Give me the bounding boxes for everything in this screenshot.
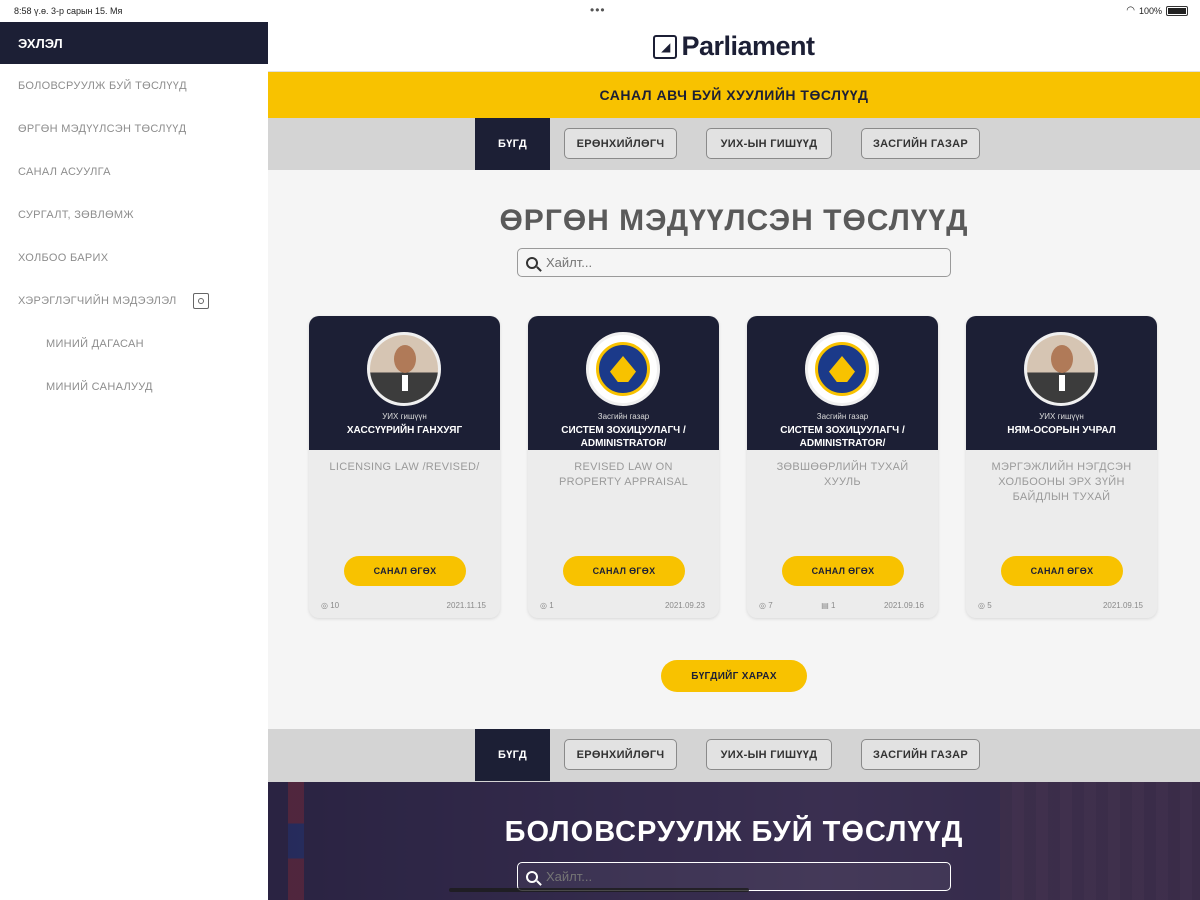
sidebar-item-followed[interactable]: МИНИЙ ДАГАСАН [0, 322, 268, 365]
vote-button[interactable]: САНАЛ ӨГӨХ [782, 556, 904, 586]
author-role: Засгийн газар [597, 412, 650, 421]
card-header: Засгийн газар СИСТЕМ ЗОХИЦУУЛАГЧ / ADMIN… [528, 316, 719, 450]
bill-title: LICENSING LAW /REVISED/ [329, 461, 480, 473]
bill-card[interactable]: УИХ гишүүн ХАССҮҮРИЙН ГАНХУЯГ LICENSING … [309, 316, 500, 618]
battery-percent: 100% [1138, 5, 1162, 16]
sidebar-item-training[interactable]: СУРГАЛТ, ЗӨВЛӨМЖ [0, 193, 268, 236]
card-list: УИХ гишүүн ХАССҮҮРИЙН ГАНХУЯГ LICENSING … [309, 316, 1157, 618]
card-date: 2021.09.23 [664, 601, 705, 610]
sidebar-item-drafting[interactable]: БОЛОВСРУУЛЖ БУЙ ТӨСЛҮҮД [0, 64, 268, 107]
logo-text: Parliament [681, 31, 815, 61]
tab-mps[interactable]: УИХ-ЫН ГИШҮҮД [706, 128, 832, 159]
author-role: УИХ гишүүн [1039, 412, 1084, 421]
sidebar-item-survey[interactable]: САНАЛ АСУУЛГА [0, 150, 268, 193]
wifi-icon: ◠ [1126, 5, 1135, 16]
bill-title: ЗӨВШӨӨРЛИЙН ТУХАЙ ХУУЛЬ [776, 461, 909, 488]
view-count: ◎ 1 [540, 601, 554, 610]
view-count: ◎ 7 [759, 601, 773, 610]
status-right: ◠ 100% [1126, 5, 1188, 16]
section-title: БОЛОВСРУУЛЖ БУЙ ТӨСЛҮҮД [504, 816, 964, 848]
card-meta: ◎ 1 2021.09.23 [540, 601, 705, 610]
tab-all[interactable]: БҮГД [475, 118, 550, 170]
tab-president[interactable]: ЕРӨНХИЙЛӨГЧ [564, 128, 677, 159]
tab-mps[interactable]: УИХ-ЫН ГИШҮҮД [706, 739, 832, 770]
author-name: СИСТЕМ ЗОХИЦУУЛАГЧ / ADMINISTRATOR/ [780, 425, 905, 449]
tabs-bar: БҮГД ЕРӨНХИЙЛӨГЧ УИХ-ЫН ГИШҮҮД ЗАСГИЙН Г… [268, 118, 1200, 170]
bill-card[interactable]: УИХ гишүүн НЯМ-ОСОРЫН УЧРАЛ МЭРГЭЖЛИЙН Н… [966, 316, 1157, 618]
bill-card[interactable]: Засгийн газар СИСТЕМ ЗОХИЦУУЛАГЧ / ADMIN… [747, 316, 938, 618]
status-bar: 8:58 ү.ө. 3-р сарын 15. Мя ••• ◠ 100% [0, 0, 1200, 22]
state-emblem-icon [590, 336, 656, 402]
search-input[interactable] [546, 255, 926, 270]
avatar [586, 332, 660, 406]
search-input[interactable] [546, 869, 926, 884]
author-name: НЯМ-ОСОРЫН УЧРАЛ [1007, 425, 1116, 436]
card-date: 2021.09.15 [1102, 601, 1143, 610]
parliament-logo[interactable]: ◢ Parliament [653, 31, 815, 62]
vote-button[interactable]: САНАЛ ӨГӨХ [344, 556, 466, 586]
tab-all[interactable]: БҮГД [475, 729, 550, 781]
card-meta: ◎ 10 2021.11.15 [321, 601, 486, 610]
status-time: 8:58 ү.ө. 3-р сарын 15. Мя [14, 6, 123, 16]
card-header: УИХ гишүүн ХАССҮҮРИЙН ГАНХУЯГ [309, 316, 500, 450]
card-meta: ◎ 7 ▤ 1 2021.09.16 [759, 601, 924, 610]
tab-government[interactable]: ЗАСГИЙН ГАЗАР [861, 739, 980, 770]
view-count: ◎ 5 [978, 601, 992, 610]
main-content: ◢ Parliament САНАЛ АВЧ БУЙ ХУУЛИЙН ТӨСЛҮ… [268, 22, 1200, 900]
view-count: ◎ 10 [321, 601, 340, 610]
card-date: 2021.09.16 [883, 601, 924, 610]
author-role: УИХ гишүүн [382, 412, 427, 421]
sidebar-item-submitted[interactable]: ӨРГӨН МЭДҮҮЛСЭН ТӨСЛҮҮД [0, 107, 268, 150]
banner: САНАЛ АВЧ БУЙ ХУУЛИЙН ТӨСЛҮҮД [268, 72, 1200, 118]
card-header: УИХ гишүүн НЯМ-ОСОРЫН УЧРАЛ [966, 316, 1157, 450]
vote-button[interactable]: САНАЛ ӨГӨХ [1001, 556, 1123, 586]
user-profile-icon [192, 292, 209, 309]
home-indicator[interactable] [449, 888, 749, 892]
drafting-section-hero: БОЛОВСРУУЛЖ БУЙ ТӨСЛҮҮД [268, 782, 1200, 900]
section-title: ӨРГӨН МЭДҮҮЛСЭН ТӨСЛҮҮД [499, 204, 969, 237]
search-box[interactable] [517, 248, 951, 277]
person-photo-icon [1027, 335, 1095, 403]
sidebar-item-user-info[interactable]: ХЭРЭГЛЭГЧИЙН МЭДЭЭЛЭЛ [0, 279, 268, 322]
sidebar-item-my-votes[interactable]: МИНИЙ САНАЛУУД [0, 365, 268, 408]
bill-card[interactable]: Засгийн газар СИСТЕМ ЗОХИЦУУЛАГЧ / ADMIN… [528, 316, 719, 618]
avatar [1024, 332, 1098, 406]
person-photo-icon [370, 335, 438, 403]
multitask-dots[interactable]: ••• [590, 3, 606, 17]
sidebar-item-contact[interactable]: ХОЛБОО БАРИХ [0, 236, 268, 279]
bill-title: REVISED LAW ON PROPERTY APPRAISAL [558, 461, 689, 488]
search-icon [526, 256, 538, 269]
sidebar-item-label: ХЭРЭГЛЭГЧИЙН МЭДЭЭЛЭЛ [18, 294, 177, 307]
tab-government[interactable]: ЗАСГИЙН ГАЗАР [861, 128, 980, 159]
see-all-button[interactable]: БҮГДИЙГ ХАРАХ [661, 660, 807, 692]
sidebar-item-home[interactable]: ЭХЛЭЛ [0, 22, 268, 64]
logo-icon: ◢ [653, 34, 678, 59]
state-emblem-icon [809, 336, 875, 402]
vote-button[interactable]: САНАЛ ӨГӨХ [563, 556, 685, 586]
app-header: ◢ Parliament [268, 22, 1200, 72]
avatar [367, 332, 441, 406]
card-header: Засгийн газар СИСТЕМ ЗОХИЦУУЛАГЧ / ADMIN… [747, 316, 938, 450]
author-name: ХАССҮҮРИЙН ГАНХУЯГ [346, 425, 463, 436]
tab-president[interactable]: ЕРӨНХИЙЛӨГЧ [564, 739, 677, 770]
bill-title: МЭРГЭЖЛИЙН НЭГДСЭН ХОЛБООНЫ ЭРХ ЗҮЙН БАЙ… [991, 461, 1132, 503]
search-box[interactable] [517, 862, 951, 891]
card-meta: ◎ 5 2021.09.15 [978, 601, 1143, 610]
avatar [805, 332, 879, 406]
tabs-bar-secondary: БҮГД ЕРӨНХИЙЛӨГЧ УИХ-ЫН ГИШҮҮД ЗАСГИЙН Г… [268, 729, 1200, 782]
battery-icon [1166, 5, 1188, 16]
comment-count: ▤ 1 [821, 601, 836, 610]
search-icon [526, 870, 538, 883]
card-date: 2021.11.15 [446, 601, 486, 610]
author-name: СИСТЕМ ЗОХИЦУУЛАГЧ / ADMINISTRATOR/ [561, 425, 686, 449]
author-role: Засгийн газар [816, 412, 869, 421]
sidebar: ЭХЛЭЛ БОЛОВСРУУЛЖ БУЙ ТӨСЛҮҮД ӨРГӨН МЭДҮ… [0, 22, 268, 900]
